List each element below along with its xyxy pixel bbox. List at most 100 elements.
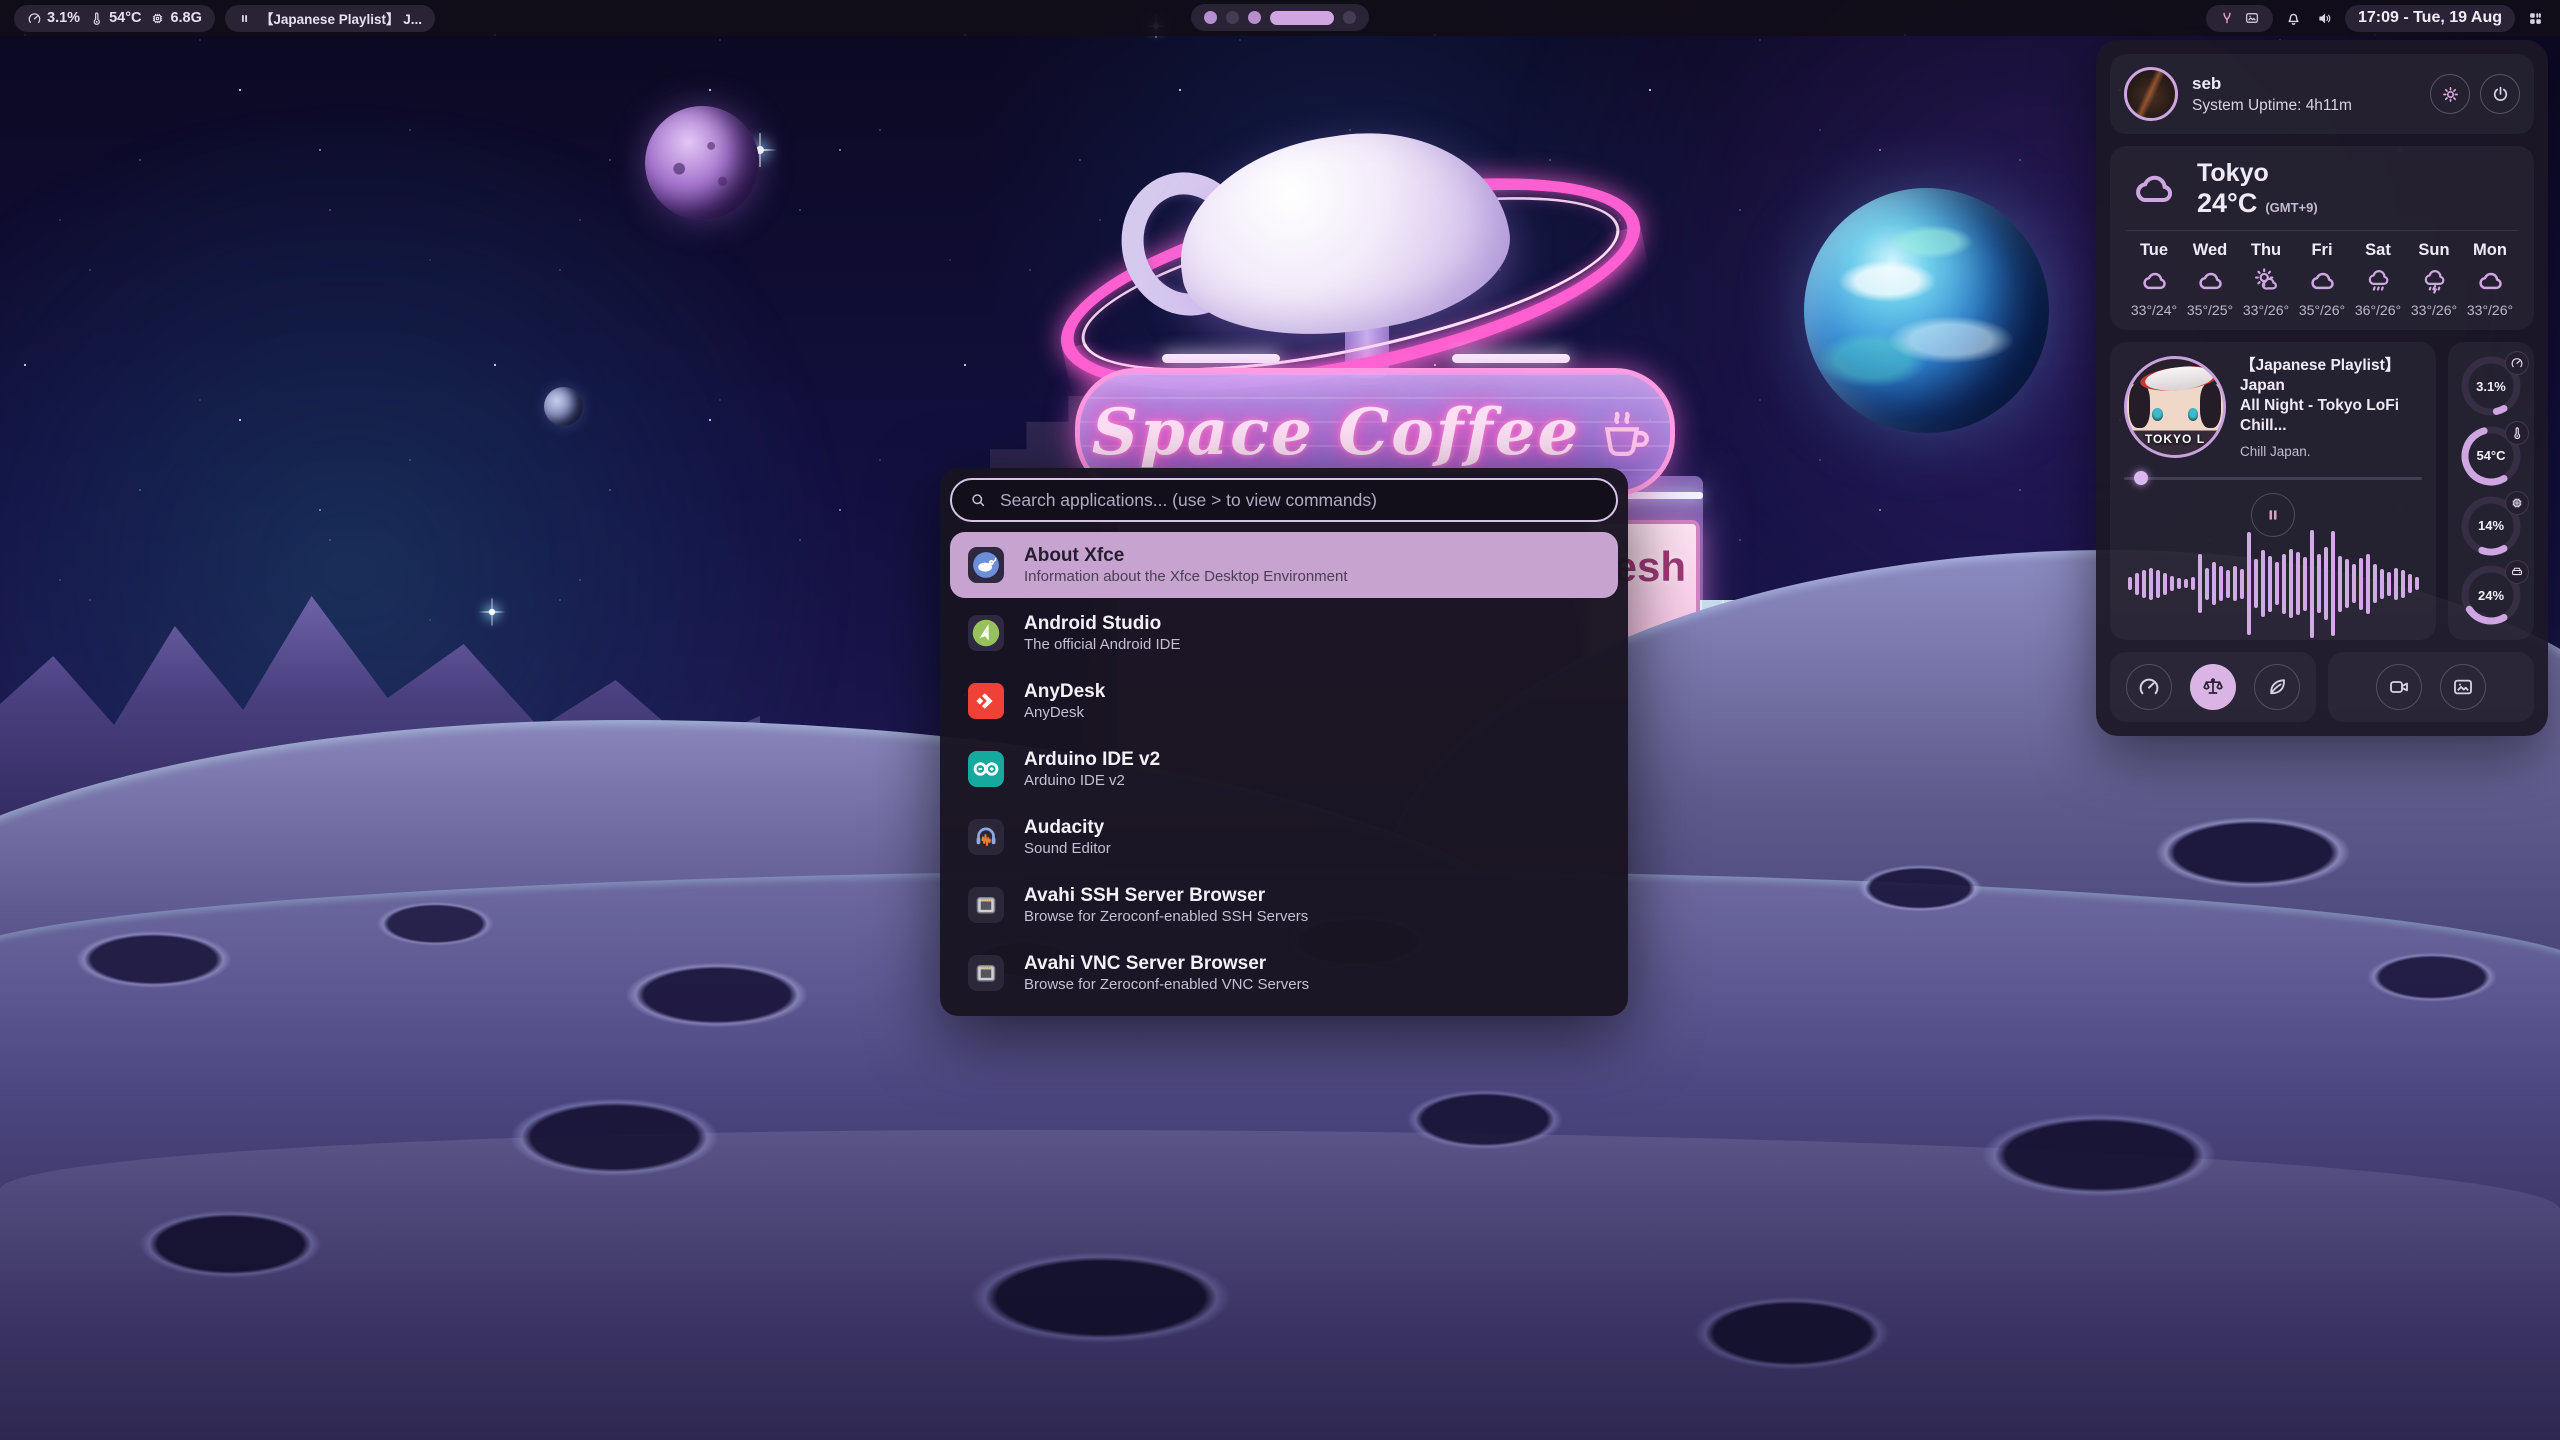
app-row-anydesk[interactable]: AnyDeskAnyDesk [950,668,1618,734]
track-progress-bar[interactable] [2124,471,2422,485]
media-tool-screenshot-button[interactable] [2440,664,2486,710]
tray-app-tray-icon[interactable] [2219,10,2235,26]
search-icon [969,491,987,509]
image-tray-icon[interactable] [2244,10,2260,26]
workspace-4-active[interactable] [1270,11,1334,25]
app-description: AnyDesk [1024,704,1105,723]
volume-button[interactable] [2314,8,2335,29]
forecast-day-sun: Sun33°/26° [2406,241,2462,318]
xfce-app-icon [962,542,1009,589]
system-uptime: System Uptime: 4h11m [2192,97,2352,115]
top-panel: 3.1%54°C6.8G 【Japanese Playlist】 J... 17… [0,0,2560,36]
progress-knob[interactable] [2134,471,2148,485]
gauge-speedometer: 3.1% [2460,355,2522,417]
wallpaper-sign-light [1162,354,1280,363]
partly-sunny-icon [2250,266,2283,296]
arduino-app-icon [962,746,1009,793]
power-profile-card [2110,652,2316,722]
app-row-android-studio[interactable]: Android StudioThe official Android IDE [950,600,1618,666]
cloud-icon [2306,266,2339,296]
speedometer-icon [27,11,42,26]
track-subtitle: Chill Japan. [2240,444,2422,459]
workspace-3-occupied[interactable] [1248,11,1261,24]
app-description: Browse for Zeroconf-enabled SSH Servers [1024,908,1308,927]
play-pause-button[interactable] [2251,493,2295,537]
launcher-search-bar[interactable] [950,478,1618,522]
wallpaper-purple-planet [645,106,759,220]
search-input[interactable] [998,489,1599,512]
forecast-day-wed: Wed35°/25° [2182,241,2238,318]
launcher-app-list: About XfceInformation about the Xfce Des… [950,532,1618,1006]
app-row-about-xfce[interactable]: About XfceInformation about the Xfce Des… [950,532,1618,598]
gauge-thermometer: 54°C [2460,425,2522,487]
wallpaper-earth [1804,188,2049,433]
app-name: Android Studio [1024,612,1180,636]
image-icon [2451,675,2475,699]
wallpaper-sign-light [1452,354,1570,363]
weather-city: Tokyo [2197,160,2318,188]
album-art: TOKYO L [2124,356,2226,458]
speedometer-icon [2505,351,2529,375]
forecast-day-mon: Mon33°/26° [2462,241,2518,318]
bell-icon [2285,10,2302,27]
audacity-app-icon [962,814,1009,861]
app-description: Sound Editor [1024,840,1111,859]
weather-forecast: Tue33°/24°Wed35°/25°Thu33°/26°Fri35°/26°… [2126,241,2518,318]
forecast-day-sat: Sat36°/26° [2350,241,2406,318]
overview-grid-icon [2527,10,2544,27]
chip-icon [2505,491,2529,515]
app-name: Avahi SSH Server Browser [1024,884,1308,908]
gauge-drive: 24% [2460,564,2522,626]
app-name: About Xfce [1024,544,1348,568]
app-row-arduino-ide-v2[interactable]: Arduino IDE v2Arduino IDE v2 [950,736,1618,802]
user-name: seb [2192,74,2352,94]
cloud-icon [2126,165,2182,213]
clock-pill[interactable]: 17:09 - Tue, 19 Aug [2345,5,2515,32]
app-row-audacity[interactable]: AudacitySound Editor [950,804,1618,870]
media-player-card: TOKYO L 【Japanese Playlist】 Japan All Ni… [2110,342,2436,641]
app-description: Browse for Zeroconf-enabled VNC Servers [1024,976,1309,995]
power-profile-balanced-button[interactable] [2190,664,2236,710]
power-button[interactable] [2480,74,2520,114]
anydesk-app-icon [962,678,1009,725]
app-description: Arduino IDE v2 [1024,772,1160,791]
storm-icon [2418,266,2451,296]
audio-waveform [2124,537,2422,626]
app-name: Arduino IDE v2 [1024,748,1160,772]
app-row-avahi-vnc-server-browser[interactable]: Avahi VNC Server BrowserBrowse for Zeroc… [950,940,1618,1006]
power-profile-powersave-button[interactable] [2254,664,2300,710]
workspace-indicator [1191,4,1369,31]
weather-temperature: 24°C [2197,188,2257,219]
user-card: seb System Uptime: 4h11m [2110,54,2534,134]
forecast-day-fri: Fri35°/26° [2294,241,2350,318]
neon-coffee-cup-icon [1594,400,1658,464]
neon-sign-text: Space Coffee [1092,395,1581,470]
gauge-chip: 14% [2460,495,2522,557]
media-tools-card [2328,652,2534,722]
forecast-day-thu: Thu33°/26° [2238,241,2294,318]
network-app-icon [962,882,1009,929]
forecast-day-tue: Tue33°/24° [2126,241,2182,318]
system-stats-pill[interactable]: 3.1%54°C6.8G [14,5,215,32]
app-row-avahi-ssh-server-browser[interactable]: Avahi SSH Server BrowserBrowse for Zeroc… [950,872,1618,938]
gear-icon [2440,84,2461,105]
workspace-1-occupied[interactable] [1204,11,1217,24]
notifications-button[interactable] [2283,8,2304,29]
clock-label: 17:09 - Tue, 19 Aug [2358,9,2502,27]
thermometer-icon [89,11,104,26]
overview-button[interactable] [2525,8,2546,29]
workspace-5-empty[interactable] [1343,11,1356,24]
leaf-icon [2265,675,2289,699]
now-playing-pill[interactable]: 【Japanese Playlist】 J... [225,5,435,32]
app-description: The official Android IDE [1024,636,1180,655]
media-tool-screen-record-button[interactable] [2376,664,2422,710]
pause-icon [238,12,251,25]
workspace-2-empty[interactable] [1226,11,1239,24]
app-name: Audacity [1024,816,1111,840]
cloud-icon [2194,266,2227,296]
power-profile-performance-button[interactable] [2126,664,2172,710]
album-label: TOKYO L [2127,432,2223,446]
cloud-icon [2474,266,2507,296]
settings-button[interactable] [2430,74,2470,114]
wallpaper-small-moon [544,387,583,426]
